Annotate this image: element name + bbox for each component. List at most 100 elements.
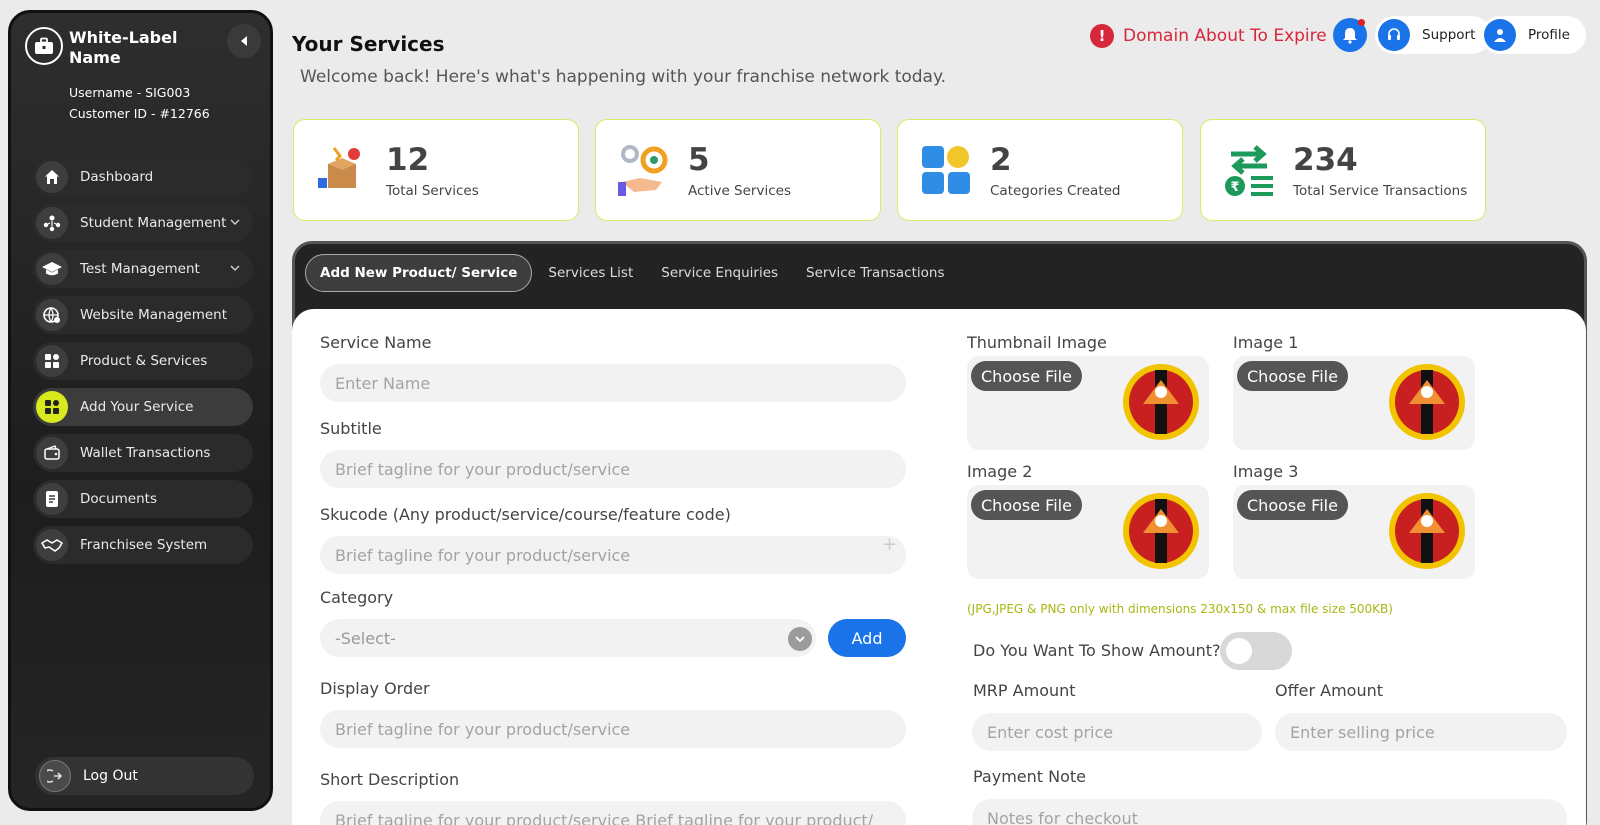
short-description-input[interactable] [320,801,906,825]
stat-label: Total Service Transactions [1293,183,1468,199]
stat-label: Total Services [386,183,479,199]
logo-image-2 [1123,493,1199,569]
thumbnail-label: Thumbnail Image [967,333,1107,352]
image1-label: Image 1 [1233,333,1299,352]
service-name-input[interactable] [320,364,906,402]
domain-expire-alert[interactable]: ! Domain About To Expire [1090,24,1327,48]
wallet-icon [36,437,68,469]
thumbnail-uploader: Choose File [967,356,1209,450]
support-label: Support [1422,27,1476,43]
svg-text:₹: ₹ [1230,180,1239,195]
image1-uploader: Choose File [1233,356,1475,450]
profile-button[interactable]: Profile [1481,16,1586,54]
notification-dot [1358,19,1365,26]
offer-amount-input[interactable] [1275,713,1567,751]
headset-icon [1378,19,1410,51]
chevron-left-icon [241,36,247,46]
sidebar-item-wallet-transactions[interactable]: Wallet Transactions [33,434,253,472]
chevron-down-icon [788,627,812,651]
users-network-icon [36,207,68,239]
categories-icon [922,146,970,194]
add-service-form: Service Name Subtitle Skucode (Any produ… [292,309,1586,825]
stat-value: 2 [990,142,1012,178]
stat-value: 5 [688,142,710,178]
category-selected-value: -Select- [335,628,396,648]
category-select[interactable]: -Select- [320,619,816,657]
document-icon [36,483,68,515]
image2-label: Image 2 [967,462,1033,481]
box-tools-icon [318,147,360,188]
logo-thumbnail-image [1123,364,1199,440]
upload-hint: (JPG,JPEG & PNG only with dimensions 230… [967,602,1393,616]
page-subtitle: Welcome back! Here's what's happening wi… [300,67,947,87]
tab-add-new-product-service[interactable]: Add New Product/ Service [305,254,533,292]
sidebar-nav: Dashboard Student Management Test Manage… [33,158,253,572]
sidebar-item-label: Dashboard [80,169,154,185]
display-order-input[interactable] [320,710,906,748]
stat-card-total-service-transactions: ₹ 234 Total Service Transactions [1200,119,1486,221]
choose-file-button[interactable]: Choose File [1237,490,1348,520]
sidebar-item-label: Product & Services [80,353,208,369]
stat-card-active-services: 5 Active Services [595,119,881,221]
domain-expire-text: Domain About To Expire [1123,26,1327,46]
brand-name: White-Label Name [69,28,178,67]
sidebar-item-label: Add Your Service [80,399,194,415]
show-amount-toggle[interactable] [1220,632,1292,670]
payment-note-input[interactable] [972,799,1567,825]
alert-icon: ! [1090,24,1114,48]
handshake-icon [36,529,68,561]
user-icon [1484,19,1516,51]
customer-id: Customer ID - #12766 [69,106,210,121]
sidebar-item-test-management[interactable]: Test Management [33,250,253,288]
bell-icon [1343,28,1357,44]
payment-note-label: Payment Note [973,767,1087,786]
notifications-button[interactable] [1333,18,1367,52]
sidebar-item-label: Wallet Transactions [80,445,211,461]
graduation-cap-icon [36,253,68,285]
skucode-input[interactable] [320,536,906,574]
tab-service-transactions[interactable]: Service Transactions [792,254,958,292]
subtitle-label: Subtitle [320,419,382,438]
choose-file-button[interactable]: Choose File [1237,361,1348,391]
stat-card-total-services: 12 Total Services [293,119,579,221]
image3-uploader: Choose File [1233,485,1475,579]
add-category-button[interactable]: Add [828,619,906,657]
add-grid-icon [36,391,68,423]
sidebar-item-franchisee-system[interactable]: Franchisee System [33,526,253,564]
sidebar-item-add-your-service[interactable]: Add Your Service [33,388,253,426]
choose-file-button[interactable]: Choose File [971,490,1082,520]
tab-service-enquiries[interactable]: Service Enquiries [647,254,792,292]
stat-label: Categories Created [990,183,1121,199]
mrp-amount-input[interactable] [972,713,1262,751]
stat-value: 234 [1293,142,1358,178]
sidebar-item-student-management[interactable]: Student Management [33,204,253,242]
logout-button[interactable]: Log Out [35,757,254,795]
choose-file-button[interactable]: Choose File [971,361,1082,391]
tab-services-list[interactable]: Services List [534,254,647,292]
stat-card-categories-created: 2 Categories Created [897,119,1183,221]
grid-icon [36,345,68,377]
sidebar-item-product-services[interactable]: Product & Services [33,342,253,380]
logo-image-3 [1389,493,1465,569]
logo-image-1 [1389,364,1465,440]
sidebar-item-label: Student Management [80,215,227,231]
sidebar-item-label: Website Management [80,307,228,323]
home-icon [36,161,68,193]
stat-label: Active Services [688,183,791,199]
globe-settings-icon [36,299,68,331]
sidebar-item-label: Documents [80,491,157,507]
sidebar-item-website-management[interactable]: Website Management [33,296,253,334]
sidebar-item-dashboard[interactable]: Dashboard [33,158,253,196]
logout-label: Log Out [83,768,138,784]
page-title: Your Services [292,32,445,56]
short-description-label: Short Description [320,770,460,789]
subtitle-input[interactable] [320,450,906,488]
support-button[interactable]: Support [1375,16,1492,54]
category-label: Category [320,588,394,607]
chevron-down-icon [230,219,240,226]
profile-label: Profile [1528,27,1570,43]
show-amount-label: Do You Want To Show Amount? [973,641,1221,660]
logout-icon [39,760,71,792]
collapse-sidebar-button[interactable] [227,24,261,58]
sidebar-item-documents[interactable]: Documents [33,480,253,518]
